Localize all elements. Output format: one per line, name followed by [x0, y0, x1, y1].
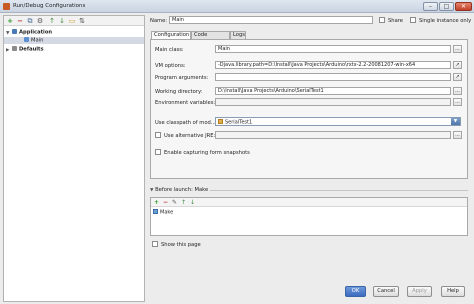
working-directory-field[interactable]: D:\Install\Java Projects\Arduino\SerialT… [215, 87, 451, 95]
program-arguments-expand-button[interactable]: ↗ [453, 73, 462, 81]
before-launch-heading[interactable]: ▼ Before launch: Make [150, 187, 211, 193]
capture-snapshots-label: Enable capturing form snapshots [164, 150, 250, 156]
classpath-module-label: Use classpath of mod... [155, 120, 216, 126]
move-up-icon[interactable]: ↑ [180, 199, 187, 206]
application-icon [24, 37, 29, 42]
show-page-checkbox[interactable] [152, 241, 158, 247]
list-item[interactable]: Make [153, 209, 173, 216]
share-checkbox[interactable] [379, 17, 385, 23]
edit-icon[interactable]: ✎ [171, 199, 178, 206]
settings-icon[interactable]: ⚙ [36, 17, 44, 25]
name-field[interactable]: Main [169, 16, 373, 24]
move-up-icon[interactable]: ↑ [48, 17, 56, 25]
single-instance-label: Single instance only [419, 18, 472, 24]
remove-icon[interactable]: − [16, 17, 24, 25]
vm-options-field[interactable]: -Djava.library.path=D:\Install\Java Proj… [215, 61, 451, 69]
program-arguments-label: Program arguments: [155, 75, 209, 81]
configurations-tree-panel: + − ⧉ ⚙ ↑ ↓ ▭ ⇅ ▼ Application Main ▶ Defau… [3, 15, 145, 302]
program-arguments-field[interactable] [215, 73, 451, 81]
working-directory-label: Working directory: [155, 89, 203, 95]
title-bar: Run/Debug Configurations – □ ✕ [0, 0, 474, 13]
tree-item-main[interactable]: Main [4, 37, 144, 44]
cancel-button[interactable]: Cancel [373, 286, 399, 297]
single-instance-checkbox[interactable] [410, 17, 416, 23]
environment-variables-field[interactable] [215, 98, 451, 106]
working-directory-browse-button[interactable]: ... [453, 87, 462, 95]
collapse-triangle-icon: ▼ [150, 188, 154, 193]
apply-button[interactable]: Apply [407, 286, 432, 297]
remove-icon[interactable]: − [162, 199, 169, 206]
wrench-icon [12, 46, 17, 51]
alternative-jre-label: Use alternative JRE: [164, 133, 216, 139]
tree-item-label: Defaults [19, 46, 44, 53]
module-icon [218, 119, 223, 124]
minimize-button[interactable]: – [423, 2, 438, 11]
window-title: Run/Debug Configurations [13, 3, 86, 9]
name-label: Name: [150, 18, 168, 24]
environment-variables-label: Environment variables: [155, 100, 216, 106]
before-launch-toolbar: + − ✎ ↑ ↓ [151, 198, 467, 207]
main-class-label: Main class: [155, 47, 184, 53]
maximize-button[interactable]: □ [439, 2, 454, 11]
vm-options-label: VM options: [155, 63, 186, 69]
before-launch-panel: + − ✎ ↑ ↓ Make [150, 197, 468, 236]
add-icon[interactable]: + [153, 199, 160, 206]
tree-item-label: Main [31, 37, 44, 44]
make-icon [153, 209, 158, 214]
tab-code-coverage[interactable]: Code Coverage [191, 31, 230, 45]
help-button[interactable]: Help [441, 286, 465, 297]
tab-logs[interactable]: Logs [230, 31, 246, 39]
move-down-icon[interactable]: ↓ [58, 17, 66, 25]
show-page-label: Show this page [161, 242, 201, 248]
tree-toolbar: + − ⧉ ⚙ ↑ ↓ ▭ ⇅ [4, 16, 144, 26]
tree-item-label: Application [19, 29, 53, 36]
tree-item-defaults[interactable]: ▶ Defaults [4, 46, 144, 53]
before-launch-title: Before launch: Make [155, 187, 209, 193]
move-down-icon[interactable]: ↓ [189, 199, 196, 206]
vm-options-expand-button[interactable]: ↗ [453, 61, 462, 69]
before-launch-item: Make [160, 209, 174, 216]
main-class-browse-button[interactable]: ... [453, 45, 462, 53]
application-icon [12, 29, 17, 34]
tree-item-application[interactable]: ▼ Application [4, 29, 144, 36]
sort-icon[interactable]: ⇅ [78, 17, 86, 25]
main-class-field[interactable]: Main [215, 45, 451, 53]
classpath-module-dropdown[interactable]: SerialTest1 ▼ [215, 117, 461, 126]
alternative-jre-browse-button[interactable]: ... [453, 131, 462, 139]
classpath-module-value: SerialTest1 [225, 119, 253, 126]
copy-icon[interactable]: ⧉ [26, 17, 34, 25]
chevron-down-icon[interactable]: ▼ [451, 118, 460, 125]
share-label: Share [388, 18, 403, 24]
app-icon [3, 3, 10, 10]
capture-snapshots-checkbox[interactable] [155, 149, 161, 155]
close-button[interactable]: ✕ [455, 2, 472, 11]
ok-button[interactable]: OK [345, 286, 366, 297]
folder-icon[interactable]: ▭ [68, 17, 76, 25]
environment-variables-browse-button[interactable]: ... [453, 98, 462, 106]
configuration-panel [150, 39, 468, 179]
alternative-jre-checkbox[interactable] [155, 132, 161, 138]
alternative-jre-field[interactable] [215, 131, 451, 139]
add-icon[interactable]: + [6, 17, 14, 25]
